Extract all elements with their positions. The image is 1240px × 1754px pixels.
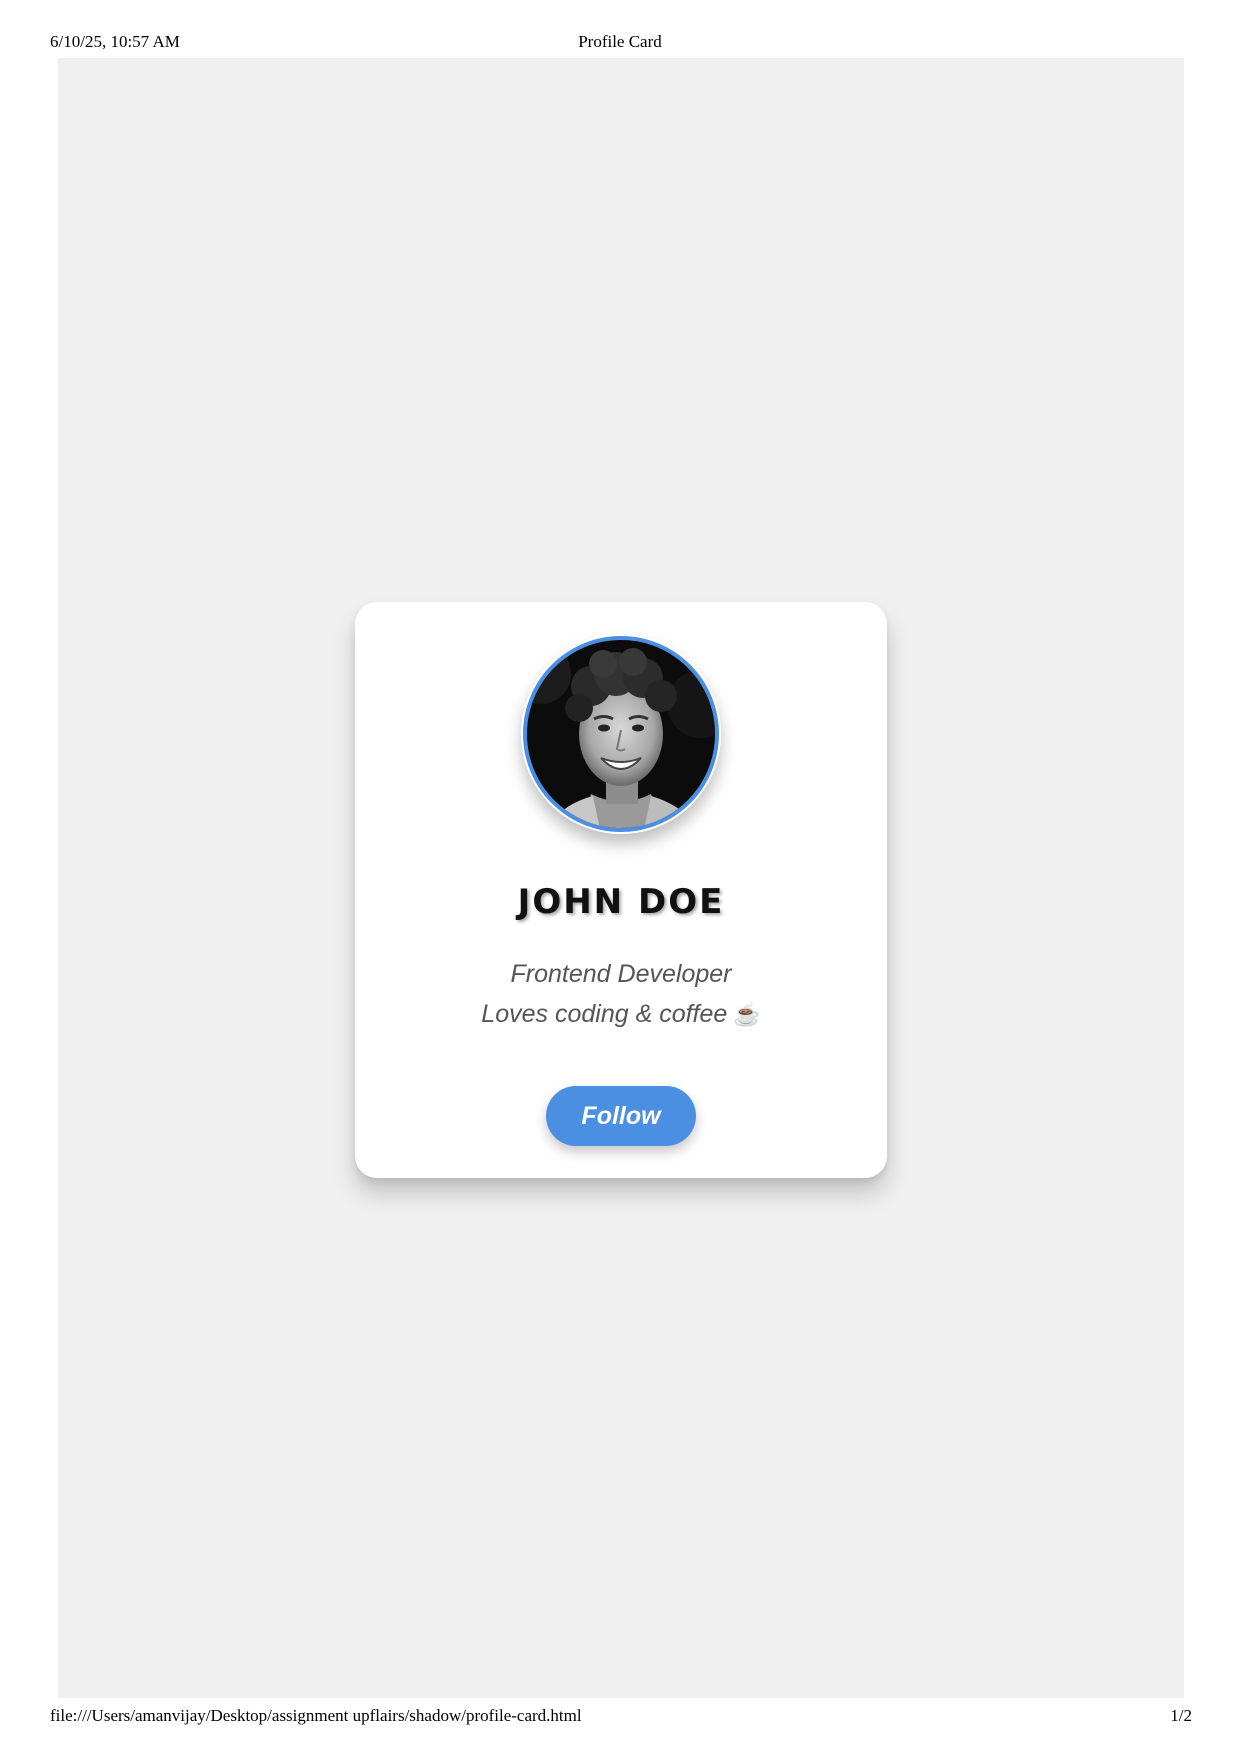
bio-role: Frontend Developer [510, 960, 732, 988]
print-header: 6/10/25, 10:57 AM Profile Card [0, 30, 1240, 54]
profile-bio: Frontend Developer Loves coding & coffee… [355, 954, 887, 1035]
follow-button[interactable]: Follow [546, 1086, 696, 1146]
print-footer: file:///Users/amanvijay/Desktop/assignme… [0, 1706, 1240, 1730]
bio-tagline-text: Loves coding & coffee [481, 1000, 728, 1028]
bio-tagline: Loves coding & coffee ☕ [355, 994, 887, 1035]
profile-photo-icon [523, 636, 719, 832]
print-title: Profile Card [578, 32, 662, 51]
profile-name: JOHN DOE [517, 882, 725, 922]
page-url: file:///Users/amanvijay/Desktop/assignme… [50, 1706, 582, 1725]
page-number: 1/2 [1170, 1706, 1192, 1725]
avatar [521, 634, 721, 834]
coffee-icon: ☕ [733, 1002, 761, 1027]
profile-card: JOHN DOE Frontend Developer Loves coding… [355, 602, 887, 1178]
